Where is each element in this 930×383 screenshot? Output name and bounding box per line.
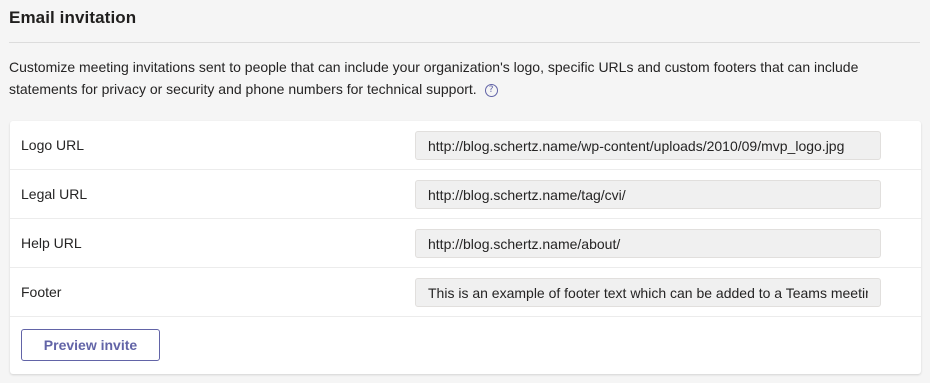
section-description: Customize meeting invitations sent to pe… <box>9 56 889 100</box>
settings-card: Logo URL Legal URL Help URL Footer Previ… <box>10 121 921 374</box>
legal-url-input[interactable] <box>415 180 881 209</box>
preview-invite-button[interactable]: Preview invite <box>21 329 160 361</box>
footer-label: Footer <box>21 284 62 300</box>
logo-url-input[interactable] <box>415 131 881 160</box>
email-invitation-page: Email invitation Customize meeting invit… <box>0 0 930 383</box>
help-url-input[interactable] <box>415 229 881 258</box>
row-legal-url: Legal URL <box>10 170 921 219</box>
row-logo-url: Logo URL <box>10 121 921 170</box>
logo-url-label: Logo URL <box>21 137 85 153</box>
row-help-url: Help URL <box>10 219 921 268</box>
description-text: Customize meeting invitations sent to pe… <box>9 59 859 97</box>
help-url-label: Help URL <box>21 235 82 251</box>
title-divider <box>9 42 920 43</box>
help-circle-icon[interactable]: ? <box>484 84 498 97</box>
legal-url-label: Legal URL <box>21 186 88 202</box>
section-title: Email invitation <box>9 8 137 27</box>
footer-input[interactable] <box>415 278 881 307</box>
row-footer: Footer <box>10 268 921 317</box>
